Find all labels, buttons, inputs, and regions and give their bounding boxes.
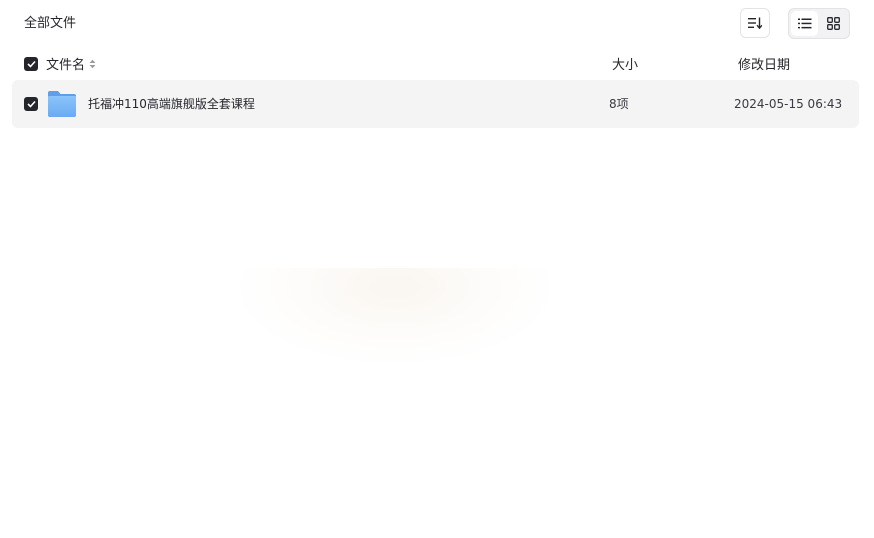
column-name-sortable[interactable]: 文件名	[46, 54, 96, 73]
table-row[interactable]: 托福冲110高端旗舰版全套课程 8项 2024-05-15 06:43	[12, 80, 859, 128]
column-size-label: 大小	[612, 58, 639, 73]
select-all-checkbox[interactable]	[24, 57, 38, 71]
column-date-label: 修改日期	[738, 58, 791, 73]
list-view-icon	[797, 18, 811, 29]
file-browser: 全部文件 文件名 大小 修改日期 托福冲110高端旗舰版全套课程 8项 2024…	[0, 0, 874, 538]
file-size: 8项	[609, 97, 629, 111]
breadcrumb[interactable]: 全部文件	[24, 14, 76, 34]
folder-icon	[48, 91, 76, 117]
list-view-button[interactable]	[791, 11, 818, 36]
column-header-row: 文件名 大小 修改日期	[0, 50, 874, 78]
file-name[interactable]: 托福冲110高端旗舰版全套课程	[88, 96, 255, 112]
toolbar: 全部文件	[0, 0, 874, 48]
background-glow	[240, 268, 550, 363]
row-checkbox[interactable]	[24, 97, 38, 111]
grid-view-button[interactable]	[820, 11, 847, 36]
sort-caret-icon	[89, 59, 96, 69]
view-mode-switch	[788, 8, 850, 39]
checkmark-icon	[26, 60, 36, 68]
file-modified-date: 2024-05-15 06:43	[734, 97, 843, 111]
sort-descending-icon	[748, 17, 762, 29]
sort-button[interactable]	[740, 8, 770, 38]
column-name-label: 文件名	[46, 58, 86, 73]
checkmark-icon	[26, 100, 36, 108]
grid-view-icon	[827, 17, 840, 30]
